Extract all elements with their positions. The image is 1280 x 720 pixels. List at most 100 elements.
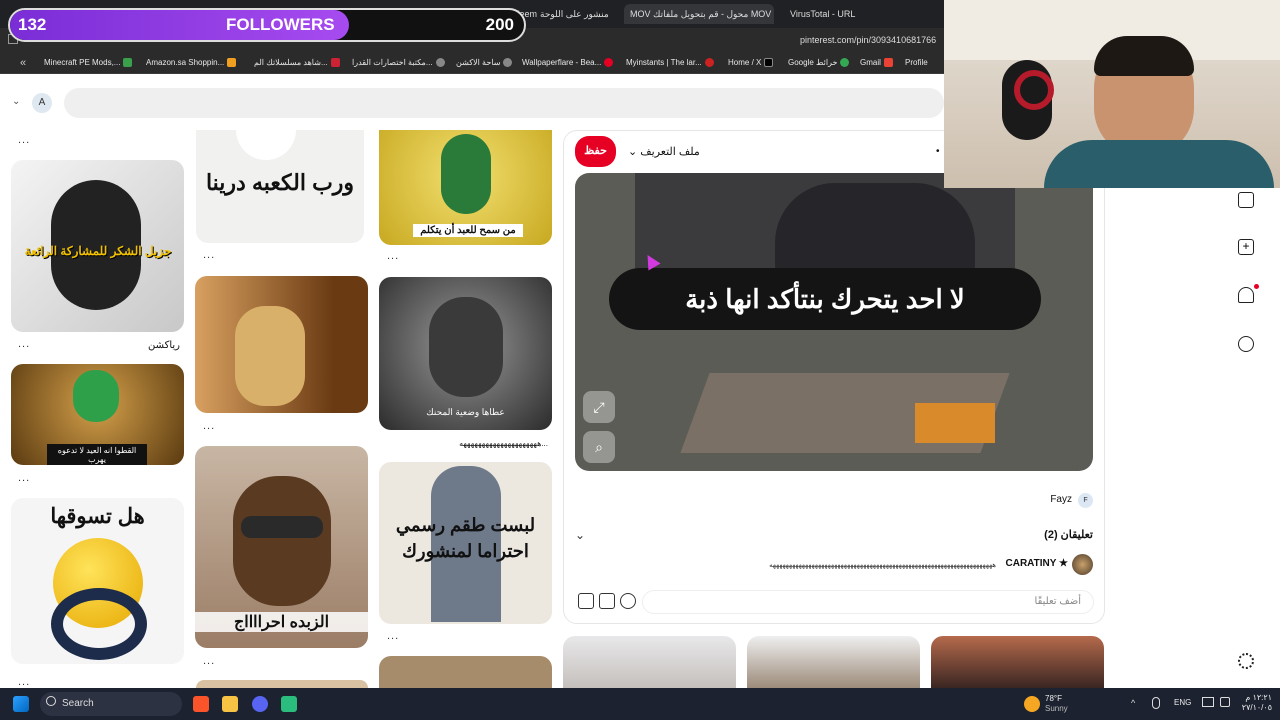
- messages-icon[interactable]: [1238, 336, 1254, 352]
- discord-icon[interactable]: [252, 696, 268, 712]
- bookmark-item[interactable]: Google خرائط: [788, 52, 850, 74]
- weather-desc: Sunny: [1045, 704, 1068, 713]
- boards-icon[interactable]: [1238, 192, 1254, 208]
- weather-widget[interactable]: 78°F Sunny: [1045, 694, 1068, 714]
- clock-date: ٢٧/١٠/٠٥: [1241, 703, 1272, 712]
- pin-image[interactable]: الزبده احرااااج: [195, 446, 368, 648]
- taskbar-search[interactable]: Search: [40, 692, 182, 716]
- more-options-icon[interactable]: ...: [203, 249, 215, 261]
- author-avatar[interactable]: F: [1078, 493, 1093, 508]
- bookmark-item[interactable]: Minecraft PE Mods,...: [44, 52, 133, 74]
- bookmark-item[interactable]: Myinstants | The lar...: [626, 52, 714, 74]
- bookmark-item[interactable]: Amazon.sa Shoppin...: [146, 52, 237, 74]
- pin-caption: لبست طقم رسمي احتراما لمنشورك: [395, 515, 536, 561]
- save-button[interactable]: حفظ: [575, 136, 616, 167]
- bookmark-item[interactable]: Home / X: [728, 52, 774, 74]
- comment-input[interactable]: أضف تعليقًا: [642, 590, 1094, 614]
- bookmark-item[interactable]: ساحة الاكشن: [456, 52, 513, 74]
- clock[interactable]: ١٢:٢١ م ٢٧/١٠/٠٥: [1238, 693, 1272, 713]
- search-input[interactable]: [64, 88, 944, 118]
- more-options-icon[interactable]: ...: [18, 472, 30, 484]
- emoji-icon[interactable]: [620, 593, 636, 609]
- microphone-icon[interactable]: [1152, 697, 1160, 709]
- chevron-up-icon[interactable]: ^: [1131, 698, 1135, 708]
- chevron-down-icon[interactable]: ⌄: [12, 96, 20, 107]
- author-name[interactable]: Fayz: [1000, 494, 1072, 505]
- taskbar: Search 78°F Sunny ^ ENG ١٢:٢١ م ٢٧/١٠/٠٥: [0, 688, 1280, 720]
- pin-image[interactable]: [931, 636, 1104, 688]
- pin-image[interactable]: ورب الكعبه درينا: [196, 130, 364, 243]
- file-explorer-icon[interactable]: [222, 696, 238, 712]
- webcam-overlay: [944, 0, 1280, 188]
- bookmark-label: Home / X: [728, 58, 762, 67]
- bookmark-item[interactable]: Wallpaperflare - Bea...: [522, 52, 614, 74]
- volume-icon[interactable]: [1220, 697, 1230, 707]
- bookmarks-overflow-icon[interactable]: «: [20, 52, 26, 74]
- followers-goal-bar: 132 FOLLOWERS 200: [8, 8, 526, 42]
- more-options-icon[interactable]: ...: [203, 655, 215, 667]
- bookmark-item[interactable]: شاهد مسلسلاتك الم...: [254, 52, 340, 74]
- bookmark-item[interactable]: Gmail: [860, 52, 893, 74]
- more-options-icon[interactable]: ...: [387, 250, 399, 262]
- image-upload-icon[interactable]: [578, 593, 594, 609]
- bookmark-item[interactable]: Profile: [905, 52, 928, 74]
- visual-search-icon[interactable]: ⌕: [583, 431, 615, 463]
- pin-image[interactable]: لبست طقم رسمي احتراما لمنشورك: [379, 462, 552, 624]
- profile-dropdown[interactable]: ⌄ ملف التعريف: [628, 145, 700, 158]
- tab-pinterest[interactable]: منشور على اللوحة: [540, 4, 612, 24]
- tab-label: منشور على اللوحة: [540, 9, 609, 19]
- avatar[interactable]: A: [32, 93, 52, 113]
- pin-image[interactable]: من سمح للعبد أن يتكلم: [379, 130, 552, 245]
- pin-image[interactable]: [379, 656, 552, 688]
- shirt-graphic: [1044, 140, 1274, 188]
- bookmark-label: Amazon.sa Shoppin...: [146, 58, 225, 67]
- notification-dot: [1254, 284, 1259, 289]
- pin-image[interactable]: القطوا انه العيد لا تدعوه يهرب: [11, 364, 184, 465]
- wifi-icon[interactable]: [1202, 697, 1214, 707]
- commenter-avatar[interactable]: [1072, 554, 1093, 575]
- app-icon[interactable]: [281, 696, 297, 712]
- language-indicator[interactable]: ENG: [1174, 698, 1191, 707]
- pin-caption: القطوا انه العيد لا تدعوه يهرب: [47, 444, 147, 465]
- start-icon[interactable]: [13, 696, 29, 712]
- more-options-icon[interactable]: ...: [387, 630, 399, 642]
- more-options-icon[interactable]: •: [936, 146, 940, 157]
- brave-browser-icon[interactable]: [193, 696, 209, 712]
- notifications-icon[interactable]: [1238, 287, 1254, 303]
- bookmark-item[interactable]: مكتبة اختصارات القدرا...: [352, 52, 445, 74]
- character-graphic: [73, 370, 119, 422]
- pin-caption: ورب الكعبه درينا: [205, 170, 355, 195]
- box-graphic: [915, 403, 995, 443]
- pin-caption: جزيل الشكر للمشاركة الرائعة: [24, 244, 172, 258]
- pin-image[interactable]: هل تسوقها: [11, 498, 184, 664]
- settings-icon[interactable]: [1238, 653, 1254, 669]
- weather-temp: 78°F: [1045, 694, 1062, 703]
- pin-image[interactable]: [747, 636, 920, 688]
- clock-time: ١٢:٢١ م: [1245, 693, 1272, 702]
- pin-caption: عطاها وضعية المحنك: [426, 407, 505, 417]
- expand-icon[interactable]: ⤢: [583, 391, 615, 423]
- followers-goal: 200: [485, 15, 514, 34]
- more-options-icon[interactable]: ...: [18, 338, 30, 350]
- image-caption: لا احد يتحرك بنتأكد انها ذبة: [609, 268, 1041, 330]
- address-url[interactable]: pinterest.com/pin/3093410681766: [800, 28, 936, 52]
- pin-image[interactable]: [195, 276, 368, 413]
- tab-mov-converter[interactable]: MOV محول - قم بتحويل ملفاتك MOV: [624, 4, 774, 24]
- profile-label: ملف التعريف: [640, 146, 700, 158]
- comment-text: هههههههههههههههههههههههههههههههههههههههه…: [769, 562, 996, 569]
- x-icon: [764, 58, 774, 68]
- bookmark-icon: [123, 58, 133, 68]
- chevron-down-icon[interactable]: ⌄: [575, 528, 585, 542]
- more-options-icon[interactable]: ...: [18, 676, 30, 688]
- pin-image[interactable]: [563, 636, 736, 688]
- pin-image[interactable]: جزيل الشكر للمشاركة الرائعة: [11, 160, 184, 332]
- create-icon[interactable]: +: [1238, 239, 1254, 255]
- pin-image[interactable]: [196, 680, 368, 688]
- pin-image[interactable]: عطاها وضعية المحنك: [379, 277, 552, 430]
- dog-graphic: [235, 306, 305, 406]
- tab-virustotal[interactable]: VirusTotal - URL: [790, 4, 930, 24]
- more-options-icon[interactable]: ...: [203, 420, 215, 432]
- more-options-icon[interactable]: ...: [18, 134, 30, 146]
- followers-current: 132: [18, 15, 47, 34]
- sticker-icon[interactable]: [599, 593, 615, 609]
